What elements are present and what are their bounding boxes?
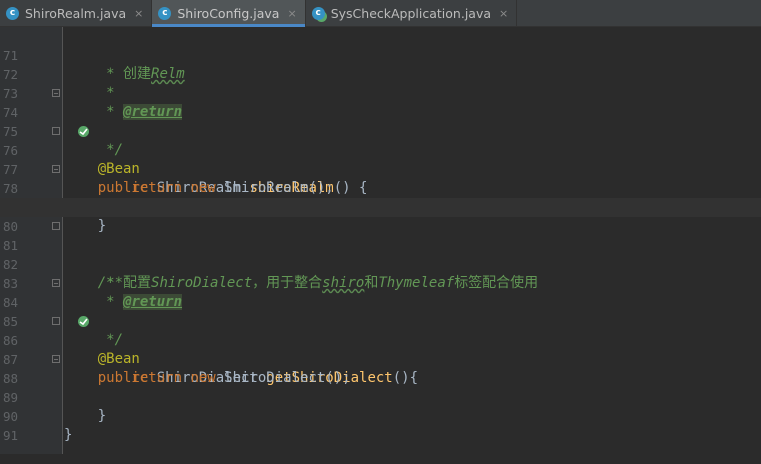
fold-marker-icon[interactable]: [52, 317, 60, 325]
tab-label: ShiroConfig.java: [177, 5, 280, 21]
code-line: 71 * 创建Relm: [0, 27, 761, 82]
tab-label: ShiroRealm.java: [25, 5, 127, 21]
code-editor[interactable]: 71 * 创建Relm 72 * 73 * @return 74 */ 75 @…: [0, 27, 761, 454]
line-number: 91: [2, 428, 18, 443]
code-line: 78 }: [0, 160, 761, 234]
spring-boot-app-icon: c: [311, 6, 325, 20]
code-line: 84 */: [0, 274, 761, 348]
code-line: 73 * @return: [0, 65, 761, 120]
code-line: 81 /**: [0, 217, 761, 291]
code-line: 87 return new ShiroDialect();: [0, 331, 761, 386]
tab-shiroconfig[interactable]: c ShiroConfig.java ×: [152, 0, 306, 27]
code-line: 72 *: [0, 46, 761, 101]
code-line: 90 }: [0, 388, 761, 443]
code-line: 82 * 配置ShiroDialect，用于整合shiro和Thymeleaf标…: [0, 236, 761, 291]
code-line: 77 return new ShiroRealm();: [0, 141, 761, 196]
current-code-line: 80: [0, 198, 761, 234]
code-line: 86 public ShiroDialect getShiroDialect()…: [0, 312, 761, 386]
fold-marker-icon[interactable]: [52, 89, 60, 97]
code-line: 75 @Bean: [0, 103, 761, 177]
tab-shirorealm[interactable]: c ShiroRealm.java ×: [0, 0, 153, 26]
code-line: 76 public ShiroRealm shiroRealm() {: [0, 122, 761, 196]
java-class-icon: c: [6, 6, 19, 20]
fold-marker-icon[interactable]: [52, 127, 60, 135]
code-text: }: [64, 427, 73, 443]
code-line: 79: [0, 179, 761, 215]
fold-marker-icon[interactable]: [52, 279, 60, 287]
close-icon[interactable]: ×: [499, 7, 508, 20]
bean-navigation-icon[interactable]: [26, 106, 89, 137]
code-line: 83 * @return: [0, 255, 761, 310]
editor-tab-bar: c ShiroRealm.java × c ShiroConfig.java ×…: [0, 0, 761, 27]
code-line: 85 @Bean: [0, 293, 761, 367]
fold-marker-icon[interactable]: [52, 165, 60, 173]
fold-marker-icon[interactable]: [52, 222, 60, 230]
tab-label: SysCheckApplication.java: [330, 5, 492, 21]
code-line: 89: [0, 369, 761, 405]
close-icon[interactable]: ×: [287, 7, 296, 20]
close-icon[interactable]: ×: [134, 7, 143, 20]
tab-syscheckapplication[interactable]: c SysCheckApplication.java ×: [305, 0, 518, 26]
java-class-icon: c: [158, 6, 172, 20]
code-line: 91: [0, 407, 761, 443]
code-line: 88 }: [0, 350, 761, 424]
bean-navigation-icon[interactable]: [26, 296, 89, 327]
code-line: 74 */: [0, 84, 761, 158]
fold-marker-icon[interactable]: [52, 355, 60, 363]
